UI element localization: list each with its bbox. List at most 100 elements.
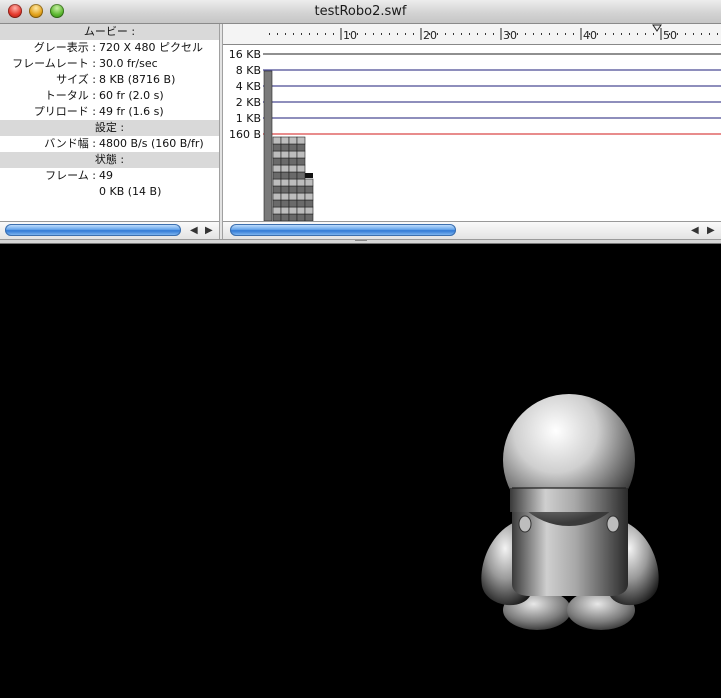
ruler-minor-tick — [573, 33, 574, 35]
ruler-minor-tick — [565, 33, 566, 35]
frame-bar-cell — [304, 178, 314, 187]
title-bar: testRobo2.swf — [0, 0, 721, 24]
frame-bar-cell — [304, 206, 314, 215]
ruler-minor-tick — [541, 33, 542, 35]
scroll-right-arrow-icon[interactable]: ▶ — [205, 223, 213, 238]
ruler-minor-tick — [549, 33, 550, 35]
bandwidth-profiler: ムービー : グレー表示 :720 X 480 ピクセル フレームレート :30… — [0, 24, 721, 239]
ruler-minor-tick — [437, 33, 438, 35]
info-row-framerate: フレームレート :30.0 fr/sec — [12, 57, 158, 70]
frame-bar-cell — [288, 164, 298, 173]
frame-bar-cell — [288, 143, 298, 152]
frame-bar-cell — [272, 143, 282, 152]
ruler-minor-tick — [653, 33, 654, 35]
frame-bar — [263, 70, 273, 222]
movie-stage — [0, 244, 721, 698]
frame-bar-cell — [272, 185, 282, 194]
ruler-minor-tick — [485, 33, 486, 35]
frame-bar-cell — [280, 157, 290, 166]
frame-bar-cell — [288, 178, 298, 187]
ruler-minor-tick — [525, 33, 526, 35]
ruler-minor-tick — [717, 33, 718, 35]
ruler-minor-tick — [445, 33, 446, 35]
frame-bar-cell — [304, 199, 314, 208]
ruler-minor-tick — [629, 33, 630, 35]
ruler-minor-tick — [269, 33, 270, 35]
frame-bar-cell — [288, 192, 298, 201]
ruler-minor-tick — [285, 33, 286, 35]
ruler-minor-tick — [613, 33, 614, 35]
ruler-minor-tick — [333, 33, 334, 35]
info-scrollbar[interactable]: ◀ ▶ — [0, 221, 219, 239]
frame-bar-cell — [272, 157, 282, 166]
frame-bar-cell — [272, 192, 282, 201]
frame-bar-cell — [296, 164, 306, 173]
info-row-size: サイズ :8 KB (8716 B) — [56, 73, 176, 86]
size-axis-label: 2 KB — [236, 96, 261, 109]
playhead-marker-icon[interactable] — [652, 24, 662, 32]
ruler-minor-tick — [621, 33, 622, 35]
ruler-minor-tick — [709, 33, 710, 35]
ruler-minor-tick — [413, 33, 414, 35]
frame-bar-cell — [272, 136, 282, 145]
current-frame-marker — [305, 173, 313, 178]
graph-scrollbar[interactable]: ◀ ▶ — [223, 221, 721, 239]
frame-bar-cell — [272, 199, 282, 208]
ruler-minor-tick — [685, 33, 686, 35]
frame-bar-cell — [280, 206, 290, 215]
ruler-minor-tick — [381, 33, 382, 35]
frame-bar-cell — [288, 199, 298, 208]
info-row-frame-size: 0 KB (14 B) — [99, 185, 162, 198]
frame-bar-cell — [296, 136, 306, 145]
ruler-minor-tick — [277, 33, 278, 35]
frame-bar-cell — [296, 206, 306, 215]
movie-header: ムービー : — [0, 24, 219, 40]
frame-bar-cell — [288, 136, 298, 145]
info-row-dimensions: グレー表示 :720 X 480 ピクセル — [33, 41, 204, 54]
info-scroll-thumb[interactable] — [5, 224, 181, 236]
ruler-minor-tick — [701, 33, 702, 35]
ruler-minor-tick — [389, 33, 390, 35]
info-row-preload: プリロード :49 fr (1.6 s) — [33, 105, 164, 118]
right-shoulder-bolt — [606, 515, 620, 533]
scroll-left-arrow-icon[interactable]: ◀ — [190, 223, 198, 238]
frame-bar-cell — [288, 157, 298, 166]
frame-bar-cell — [288, 206, 298, 215]
movie-info-panel: ムービー : グレー表示 :720 X 480 ピクセル フレームレート :30… — [0, 24, 219, 239]
info-row-frame: フレーム :49 — [45, 169, 113, 182]
ruler-minor-tick — [325, 33, 326, 35]
ruler-minor-tick — [533, 33, 534, 35]
ruler-minor-tick — [317, 33, 318, 35]
state-header: 状態 : — [0, 152, 219, 168]
graph-scroll-thumb[interactable] — [230, 224, 456, 236]
frame-bar-cell — [296, 171, 306, 180]
frame-bar-cell — [288, 171, 298, 180]
frame-bar-cell — [272, 213, 282, 222]
frame-bar-cell — [280, 136, 290, 145]
size-axis-label: 8 KB — [236, 64, 261, 77]
frame-bar-cell — [296, 213, 306, 222]
ruler-minor-tick — [309, 33, 310, 35]
frame-bar-cell — [280, 164, 290, 173]
ruler-number: 20 — [423, 29, 437, 42]
frame-bar-cell — [296, 143, 306, 152]
frame-bar-cell — [280, 199, 290, 208]
frame-bar-cell — [272, 178, 282, 187]
frame-bar-cell — [272, 164, 282, 173]
frame-bar-cell — [288, 185, 298, 194]
ruler-minor-tick — [453, 33, 454, 35]
frame-bar-cell — [304, 185, 314, 194]
ruler-minor-tick — [693, 33, 694, 35]
frame-bar-cell — [280, 213, 290, 222]
scroll-right-arrow-icon[interactable]: ▶ — [707, 223, 715, 238]
frame-bar-cell — [280, 171, 290, 180]
frame-bar-cell — [304, 192, 314, 201]
ruler-minor-tick — [469, 33, 470, 35]
settings-header: 設定 : — [0, 120, 219, 136]
frame-ruler: 10 20 30 40 50 — [223, 24, 721, 45]
frame-bar-cell — [304, 213, 314, 222]
ruler-minor-tick — [373, 33, 374, 35]
size-axis-label: 4 KB — [236, 80, 261, 93]
scroll-left-arrow-icon[interactable]: ◀ — [691, 223, 699, 238]
graph-canvas: 16 KB 8 KB 4 KB 2 KB 1 KB 160 B — [229, 48, 721, 222]
